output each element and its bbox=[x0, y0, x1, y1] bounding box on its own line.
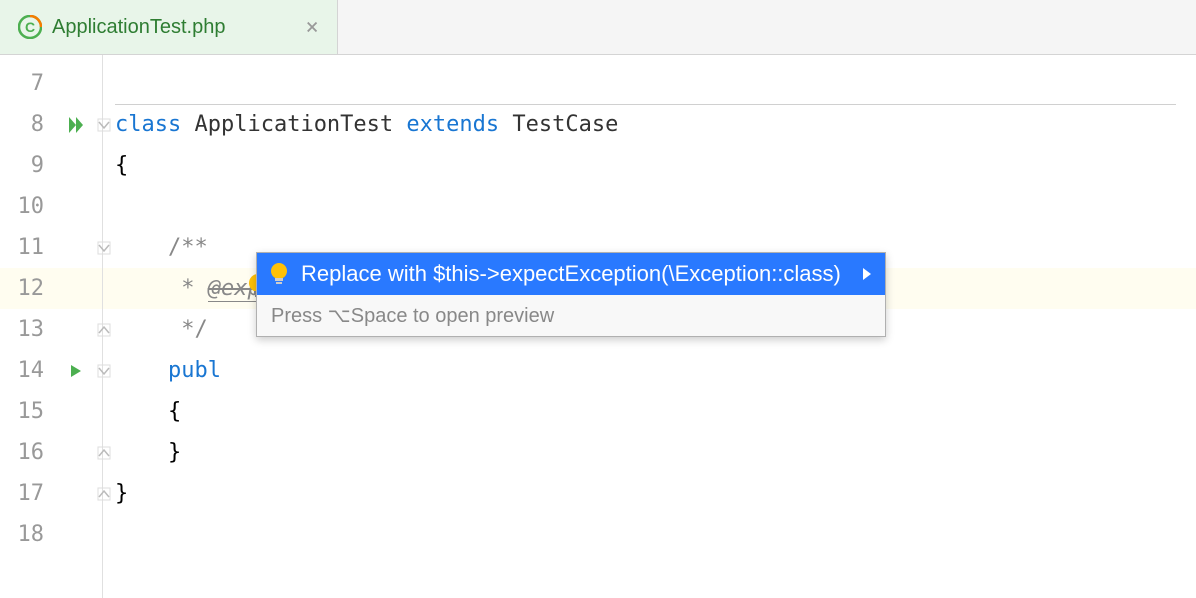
gutter-row: 16 bbox=[0, 432, 102, 473]
intention-label: Replace with $this->expectException(\Exc… bbox=[301, 261, 841, 287]
code-line: } bbox=[103, 473, 1196, 514]
svg-text:C: C bbox=[25, 19, 35, 35]
line-number: 16 bbox=[0, 440, 52, 465]
line-number: 10 bbox=[0, 194, 52, 219]
gutter-row: 8 bbox=[0, 104, 102, 145]
gutter-row: 14 bbox=[0, 350, 102, 391]
intention-bulb-icon[interactable] bbox=[141, 248, 269, 330]
php-class-icon: C bbox=[18, 15, 42, 39]
close-icon[interactable]: × bbox=[305, 15, 318, 40]
line-number: 11 bbox=[0, 235, 52, 260]
code-line bbox=[103, 63, 1196, 104]
intention-action-replace[interactable]: Replace with $this->expectException(\Exc… bbox=[257, 253, 885, 295]
code-line bbox=[103, 514, 1196, 555]
tab-application-test[interactable]: C ApplicationTest.php × bbox=[0, 0, 338, 54]
gutter-row: 12 bbox=[0, 268, 102, 309]
run-icon[interactable] bbox=[52, 363, 100, 379]
gutter-row: 9 bbox=[0, 145, 102, 186]
gutter-row: 15 bbox=[0, 391, 102, 432]
run-icon[interactable] bbox=[52, 115, 100, 135]
chevron-right-icon bbox=[861, 261, 873, 287]
gutter: 7 8 9 10 11 1 bbox=[0, 55, 103, 598]
code-line bbox=[103, 186, 1196, 227]
gutter-row: 17 bbox=[0, 473, 102, 514]
gutter-row: 11 bbox=[0, 227, 102, 268]
separator-line bbox=[115, 104, 1176, 105]
gutter-row: 13 bbox=[0, 309, 102, 350]
line-number: 7 bbox=[0, 71, 52, 96]
line-number: 9 bbox=[0, 153, 52, 178]
code-line: { bbox=[103, 391, 1196, 432]
code-line: publ bbox=[103, 350, 1196, 391]
line-number: 14 bbox=[0, 358, 52, 383]
line-number: 8 bbox=[0, 112, 52, 137]
line-number: 18 bbox=[0, 522, 52, 547]
code-line: } bbox=[103, 432, 1196, 473]
intention-hint: Press ⌥Space to open preview bbox=[257, 295, 885, 336]
tab-label: ApplicationTest.php bbox=[52, 16, 225, 39]
line-number: 12 bbox=[0, 276, 52, 301]
code-line: class ApplicationTest extends TestCase bbox=[103, 104, 1196, 145]
bulb-icon bbox=[269, 262, 289, 286]
line-number: 15 bbox=[0, 399, 52, 424]
gutter-row: 10 bbox=[0, 186, 102, 227]
gutter-row: 7 bbox=[0, 63, 102, 104]
line-number: 13 bbox=[0, 317, 52, 342]
code-line: { bbox=[103, 145, 1196, 186]
tab-bar: C ApplicationTest.php × bbox=[0, 0, 1196, 55]
gutter-row: 18 bbox=[0, 514, 102, 555]
intention-popup: Replace with $this->expectException(\Exc… bbox=[256, 252, 886, 337]
line-number: 17 bbox=[0, 481, 52, 506]
